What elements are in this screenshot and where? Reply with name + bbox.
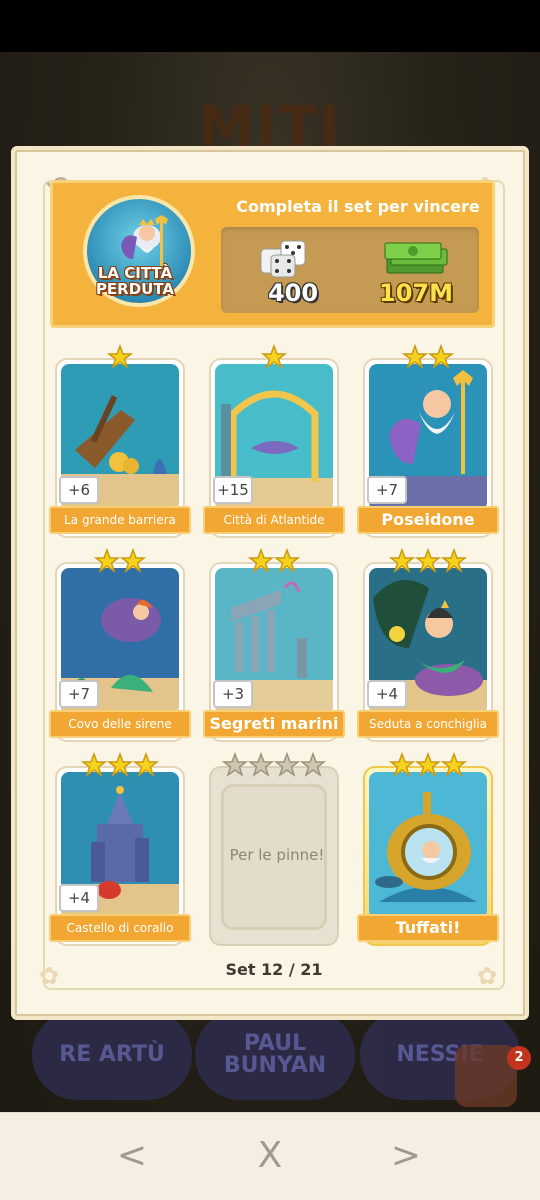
card-stars	[55, 752, 185, 778]
card-name-ribbon: Castello di corallo	[49, 914, 191, 942]
star-icon	[94, 548, 120, 573]
card-name-ribbon: Covo delle sirene	[49, 710, 191, 738]
card-duplicate-count: +4	[59, 884, 99, 912]
star-icon	[107, 752, 133, 777]
card-stars	[363, 344, 493, 370]
background-album-badge-2[interactable]: PAUL BUNYAN	[195, 1010, 355, 1100]
card-stars	[363, 548, 493, 574]
sticker-card[interactable]: +7 Poseidone	[357, 344, 499, 538]
card-duplicate-count: +4	[367, 680, 407, 708]
card-name-ribbon: Segreti marini	[203, 710, 345, 738]
dice-icon	[260, 240, 306, 278]
reward-box: 400 107M	[221, 227, 479, 313]
star-icon	[81, 752, 107, 777]
card-stars	[55, 344, 185, 370]
star-icon	[248, 548, 274, 573]
sticker-card[interactable]: Tuffati!	[357, 752, 499, 946]
close-button[interactable]: X	[240, 1131, 300, 1181]
card-name-ribbon: La grande barriera	[49, 506, 191, 534]
sticker-card[interactable]: +4 Castello di corallo	[49, 752, 191, 946]
star-icon	[248, 752, 274, 777]
card-duplicate-count: +7	[367, 476, 407, 504]
card-name-ribbon: Città di Atlantide	[203, 506, 345, 534]
card-duplicate-count: +15	[213, 476, 253, 504]
notification-badge: 2	[507, 1046, 531, 1070]
sticker-card[interactable]: +7 Covo delle sirene	[49, 548, 191, 742]
star-icon	[274, 548, 300, 573]
star-icon	[107, 344, 133, 369]
star-icon	[120, 548, 146, 573]
set-detail-panel: ✿ ✿ ✿ ⟲ LA CITTÀ PERDUTA Completa il set…	[11, 146, 529, 1020]
sticker-card[interactable]: Per le pinne!	[209, 752, 339, 946]
star-icon	[441, 548, 467, 573]
card-name-ribbon: Tuffati!	[357, 914, 499, 942]
star-icon	[441, 752, 467, 777]
locked-card-slot: Per le pinne!	[221, 784, 327, 930]
set-name: LA CITTÀ PERDUTA	[95, 264, 175, 298]
card-duplicate-count: +3	[213, 680, 253, 708]
star-icon	[222, 752, 248, 777]
reward-dice-amount: 400	[267, 279, 319, 307]
sticker-card[interactable]: +15 Città di Atlantide	[203, 344, 345, 538]
reward-caption: Completa il set per vincere	[236, 197, 480, 216]
next-set-button[interactable]: >	[376, 1131, 436, 1181]
card-duplicate-count: +6	[59, 476, 99, 504]
star-icon	[300, 752, 326, 777]
star-icon	[261, 344, 287, 369]
previous-set-button[interactable]: <	[102, 1131, 162, 1181]
sticker-card[interactable]: +6 La grande barriera	[49, 344, 191, 538]
set-header: LA CITTÀ PERDUTA Completa il set per vin…	[50, 180, 495, 328]
star-icon	[133, 752, 159, 777]
card-stars	[209, 548, 339, 574]
card-name-ribbon: Poseidone	[357, 506, 499, 534]
card-artwork	[369, 772, 487, 918]
poseidon-emblem-icon	[121, 215, 168, 267]
card-stars	[55, 548, 185, 574]
sticker-card[interactable]: +4 Seduta a conchiglia	[357, 548, 499, 742]
star-icon	[389, 752, 415, 777]
star-icon	[274, 752, 300, 777]
cash-stack-icon	[384, 242, 448, 274]
star-icon	[389, 548, 415, 573]
card-duplicate-count: +7	[59, 680, 99, 708]
card-name-ribbon: Seduta a conchiglia	[357, 710, 499, 738]
star-icon	[415, 548, 441, 573]
bottom-navigation: < X >	[0, 1112, 540, 1200]
locked-card-name: Per le pinne!	[229, 846, 325, 864]
card-stars	[209, 752, 339, 778]
background-album-badge-1[interactable]: RE ARTÙ	[32, 1010, 192, 1100]
star-icon	[402, 344, 428, 369]
star-icon	[428, 344, 454, 369]
status-bar	[0, 0, 540, 52]
card-stars	[209, 344, 339, 370]
card-stars	[363, 752, 493, 778]
sticker-card[interactable]: +3 Segreti marini	[203, 548, 345, 742]
set-counter: Set 12 / 21	[225, 960, 323, 979]
reward-cash-amount: 107M	[379, 279, 453, 307]
star-icon	[415, 752, 441, 777]
